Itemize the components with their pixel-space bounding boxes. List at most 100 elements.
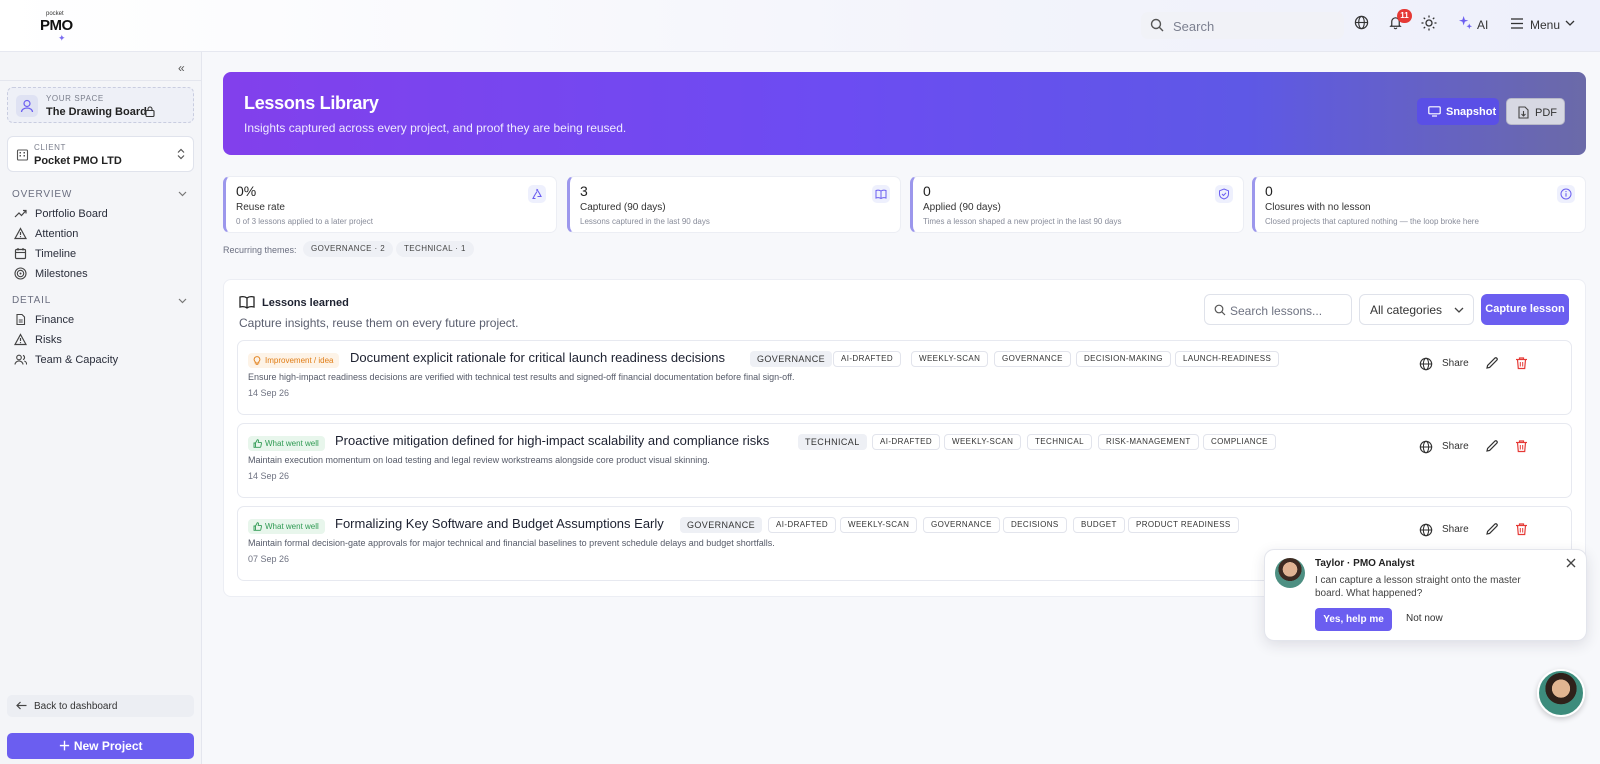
lesson-tag[interactable]: COMPLIANCE (1203, 434, 1276, 450)
sparkle-icon: ✦ (58, 33, 66, 43)
sidebar: « YOUR SPACE The Drawing Board CLIENT Po… (0, 52, 202, 764)
building-icon (16, 149, 29, 161)
share-label: Share (1442, 441, 1469, 452)
lesson-type-label: What went well (265, 522, 319, 531)
lesson-tag[interactable]: WEEKLY-SCAN (840, 517, 918, 533)
hamburger-icon[interactable] (1511, 18, 1523, 29)
lessons-hero-banner: Lessons Library Insights captured across… (223, 72, 1586, 155)
lesson-row[interactable]: Improvement / idea Document explicit rat… (237, 340, 1572, 415)
chevron-down-icon[interactable] (1565, 20, 1575, 27)
globe-icon[interactable] (1354, 15, 1369, 30)
menu-button[interactable]: Menu (1530, 18, 1560, 32)
lessons-search-placeholder: Search lessons... (1230, 304, 1323, 318)
pencil-icon[interactable] (1485, 439, 1499, 453)
ai-sparkle-icon[interactable] (1458, 15, 1473, 30)
share-button[interactable]: Share (1419, 356, 1479, 372)
pencil-icon[interactable] (1485, 522, 1499, 536)
trending-up-icon (14, 209, 27, 218)
lesson-category-badge: GOVERNANCE (750, 351, 833, 367)
trash-icon[interactable] (1515, 522, 1528, 536)
trash-icon[interactable] (1515, 439, 1528, 453)
warning-icon (14, 227, 27, 240)
stat-title: Closures with no lesson (1265, 202, 1371, 213)
page-title: Lessons Library (244, 93, 379, 113)
target-icon (14, 267, 27, 280)
lesson-title[interactable]: Proactive mitigation defined for high-im… (335, 433, 769, 448)
sun-icon[interactable] (1421, 15, 1437, 31)
lesson-tag[interactable]: GOVERNANCE (923, 517, 1000, 533)
recycle-icon (528, 185, 546, 203)
lesson-title[interactable]: Document explicit rationale for critical… (350, 350, 725, 365)
collapse-sidebar-icon[interactable]: « (178, 61, 185, 75)
pdf-button[interactable]: PDF (1506, 98, 1565, 125)
lesson-tag[interactable]: PRODUCT READINESS (1128, 517, 1239, 533)
yes-help-me-button[interactable]: Yes, help me (1315, 608, 1392, 631)
lesson-tag[interactable]: DECISIONS (1003, 517, 1067, 533)
assistant-popup: Taylor · PMO Analyst I can capture a les… (1264, 549, 1587, 641)
app-logo[interactable]: pocket PMO ✦ (38, 11, 73, 43)
ai-button[interactable]: AI (1477, 18, 1488, 32)
detail-section-title: DETAIL (12, 295, 52, 306)
lesson-tag[interactable]: DECISION-MAKING (1076, 351, 1171, 367)
your-space-label: YOUR SPACE (46, 94, 104, 103)
back-to-dashboard-label: Back to dashboard (34, 701, 118, 712)
assistant-message: I can capture a lesson straight onto the… (1315, 575, 1521, 599)
not-now-button[interactable]: Not now (1406, 613, 1443, 624)
lesson-date: 14 Sep 26 (248, 471, 290, 481)
file-download-icon (1518, 106, 1529, 119)
capture-lesson-button[interactable]: Capture lesson (1481, 294, 1569, 325)
lesson-tag[interactable]: BUDGET (1073, 517, 1125, 533)
category-select-value: All categories (1370, 303, 1443, 317)
lesson-type-badge: Improvement / idea (248, 353, 340, 368)
share-button[interactable]: Share (1419, 522, 1479, 538)
lesson-tag[interactable]: LAUNCH-READINESS (1175, 351, 1280, 367)
lesson-type-label: What went well (265, 439, 319, 448)
calendar-icon (14, 248, 27, 260)
monitor-icon (1428, 106, 1441, 117)
warning-icon (14, 333, 27, 346)
snapshot-button[interactable]: Snapshot (1417, 98, 1499, 125)
new-project-button[interactable]: ＋ New Project (7, 733, 194, 759)
user-icon (16, 95, 38, 117)
book-open-icon (239, 296, 255, 309)
theme-chip[interactable]: GOVERNANCE · 2 (303, 241, 394, 257)
lessons-search-input[interactable]: Search lessons... (1204, 294, 1352, 325)
assistant-launcher-avatar[interactable] (1537, 669, 1585, 717)
globe-icon (1419, 523, 1433, 537)
sidebar-item-label: Risks (35, 334, 62, 346)
book-open-icon (872, 185, 890, 203)
trash-icon[interactable] (1515, 356, 1528, 370)
lesson-title[interactable]: Formalizing Key Software and Budget Assu… (335, 516, 664, 531)
theme-chip[interactable]: TECHNICAL · 1 (396, 241, 474, 257)
lesson-tag[interactable]: RISK-MANAGEMENT (1098, 434, 1199, 450)
lesson-tag[interactable]: TECHNICAL (1027, 434, 1092, 450)
back-to-dashboard-button[interactable]: Back to dashboard (7, 695, 194, 717)
category-select[interactable]: All categories (1359, 294, 1474, 325)
share-button[interactable]: Share (1419, 439, 1479, 455)
new-project-label: New Project (73, 739, 143, 753)
lesson-category-badge: GOVERNANCE (680, 517, 763, 533)
globe-icon (1419, 440, 1433, 454)
lesson-tag[interactable]: AI-DRAFTED (833, 351, 901, 367)
search-icon (1150, 18, 1164, 32)
lesson-tag[interactable]: AI-DRAFTED (872, 434, 940, 450)
lesson-tag[interactable]: WEEKLY-SCAN (911, 351, 989, 367)
global-search[interactable]: Search (1141, 12, 1344, 39)
close-icon[interactable] (1566, 558, 1576, 568)
chevron-down-icon[interactable] (178, 191, 187, 197)
recurring-themes-label: Recurring themes: (223, 245, 297, 255)
lesson-row[interactable]: What went well Proactive mitigation defi… (237, 423, 1572, 498)
pencil-icon[interactable] (1485, 356, 1499, 370)
client-selector[interactable]: CLIENT Pocket PMO LTD (7, 136, 194, 172)
lesson-tag[interactable]: GOVERNANCE (994, 351, 1071, 367)
divider (0, 80, 202, 81)
lesson-tag[interactable]: WEEKLY-SCAN (944, 434, 1022, 450)
your-space-card[interactable]: YOUR SPACE The Drawing Board (7, 87, 194, 123)
snapshot-label: Snapshot (1446, 106, 1497, 118)
chevron-down-icon[interactable] (178, 298, 187, 304)
sidebar-item-label: Timeline (35, 248, 77, 260)
share-label: Share (1442, 358, 1469, 369)
globe-icon (1419, 357, 1433, 371)
lesson-tag[interactable]: AI-DRAFTED (768, 517, 836, 533)
lesson-type-label: Improvement / idea (265, 356, 334, 365)
